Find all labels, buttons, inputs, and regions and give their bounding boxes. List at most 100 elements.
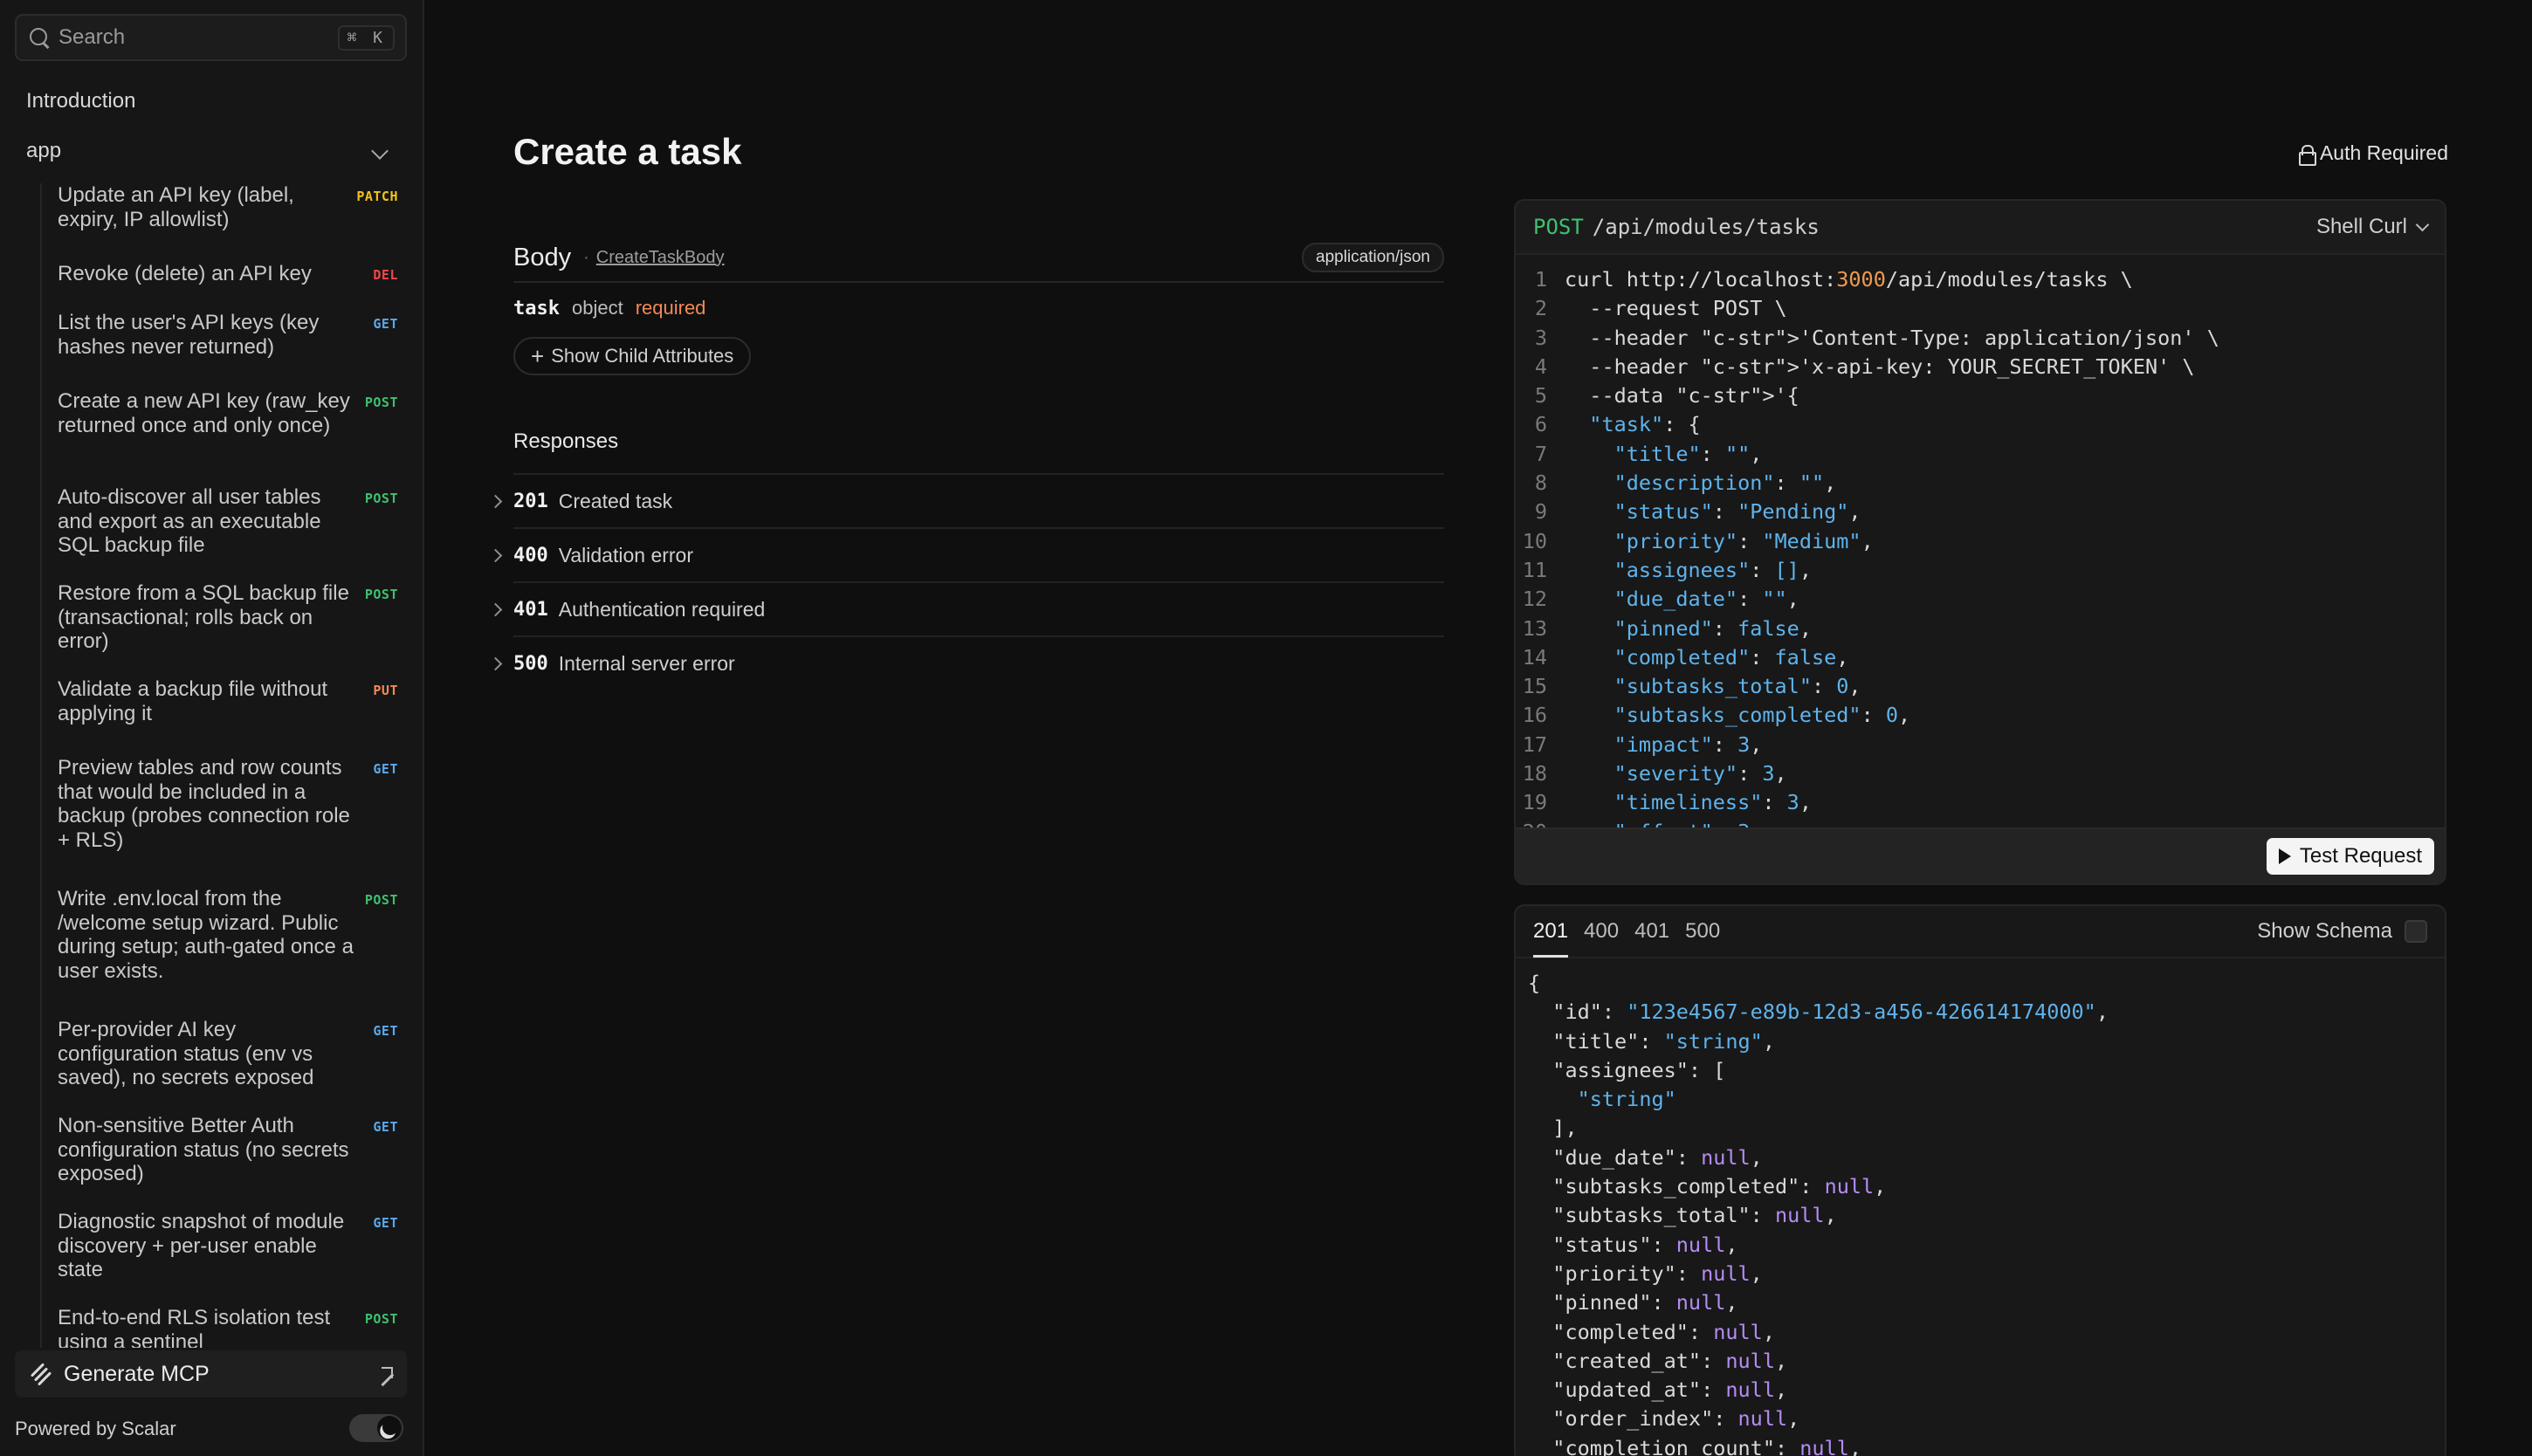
response-code: 500 xyxy=(513,652,548,675)
code-text: "impact": 3, xyxy=(1613,731,1763,757)
show-schema-label: Show Schema xyxy=(2257,919,2392,943)
line-number: 13 xyxy=(1522,615,1547,641)
code-line: 14 "completed": false, xyxy=(1516,643,2445,672)
line-number: 17 xyxy=(1522,731,1547,757)
code-line: 11 "assignees": [], xyxy=(1516,556,2445,585)
code-line: 3 --header "c-str">'Content-Type: applic… xyxy=(1516,324,2445,353)
code-line: 7 "title": "", xyxy=(1516,440,2445,469)
line-number: 10 xyxy=(1522,528,1547,553)
line-number: 8 xyxy=(1534,470,1547,496)
method-badge: GET xyxy=(373,316,398,332)
sidebar-endpoint-item[interactable]: Validate a backup file without applying … xyxy=(58,677,398,725)
response-row[interactable]: 201 Created task xyxy=(488,473,1444,527)
chevron-right-icon xyxy=(488,656,503,670)
json-line: "completion_count": null, xyxy=(1528,1435,1862,1456)
request-method: POST xyxy=(1533,215,1584,239)
language-select[interactable]: Shell Curl xyxy=(2315,215,2430,239)
json-line: "updated_at": null, xyxy=(1528,1377,1788,1403)
auth-required-indicator[interactable]: Auth Required xyxy=(2298,141,2448,166)
sidebar-endpoint-item[interactable]: Per-provider AI key configuration status… xyxy=(58,1018,398,1090)
code-text: "subtasks_total": 0, xyxy=(1613,674,1861,699)
content-type-badge[interactable]: application/json xyxy=(1302,243,1444,272)
show-child-attributes-label: Show Child Attributes xyxy=(551,345,734,367)
sidebar-endpoint-label: Create a new API key (raw_key returned o… xyxy=(58,389,350,437)
code-text: "task": { xyxy=(1589,412,1701,437)
sidebar-endpoint-item[interactable]: Restore from a SQL backup file (transact… xyxy=(58,581,398,654)
response-json-block[interactable]: { "id": "123e4567-e89b-12d3-a456-4266141… xyxy=(1528,969,2109,1456)
code-line: 5 --data "c-str">'{ xyxy=(1516,381,2445,410)
mcp-icon xyxy=(27,1362,52,1386)
show-schema-toggle[interactable]: Show Schema xyxy=(2257,919,2427,944)
body-schema-link[interactable]: CreateTaskBody xyxy=(596,248,1302,268)
field-type: object xyxy=(571,297,623,319)
show-schema-checkbox[interactable] xyxy=(2405,920,2427,943)
code-line: 2 --request POST \ xyxy=(1516,294,2445,323)
code-text: --data "c-str">'{ xyxy=(1565,383,1799,409)
line-number: 19 xyxy=(1522,790,1547,815)
search-input[interactable]: Search ⌘ K xyxy=(15,14,407,61)
line-number: 7 xyxy=(1534,441,1547,466)
generate-mcp-button[interactable]: Generate MCP xyxy=(15,1350,407,1398)
auth-required-label: Auth Required xyxy=(2319,141,2448,164)
sidebar-endpoint-item[interactable]: Write .env.local from the /welcome setup… xyxy=(58,887,398,983)
response-code: 401 xyxy=(513,598,548,621)
search-shortcut: ⌘ K xyxy=(338,24,395,51)
show-child-attributes-button[interactable]: + Show Child Attributes xyxy=(513,337,752,375)
code-line: 17 "impact": 3, xyxy=(1516,731,2445,759)
test-request-button[interactable]: Test Request xyxy=(2266,838,2434,875)
body-title: Body xyxy=(513,243,572,271)
generate-mcp-label: Generate MCP xyxy=(64,1361,210,1386)
sidebar-endpoint-item[interactable]: Diagnostic snapshot of module discovery … xyxy=(58,1210,398,1282)
sidebar-endpoint-item[interactable]: Revoke (delete) an API key DEL xyxy=(58,262,398,286)
code-text: "completed": false, xyxy=(1613,644,1849,670)
code-line: 4 --header "c-str">'x-api-key: YOUR_SECR… xyxy=(1516,353,2445,381)
line-number: 1 xyxy=(1534,267,1547,292)
chevron-right-icon xyxy=(488,494,503,508)
line-number: 11 xyxy=(1522,557,1547,582)
line-number: 3 xyxy=(1534,325,1547,350)
test-request-label: Test Request xyxy=(2299,844,2422,868)
code-text: "priority": "Medium", xyxy=(1613,528,1874,553)
code-text: "title": "", xyxy=(1613,441,1763,466)
code-text: "due_date": "", xyxy=(1613,587,1799,612)
tab-201[interactable]: 201 xyxy=(1533,906,1569,958)
response-row[interactable]: 400 Validation error xyxy=(488,527,1444,581)
tab-401[interactable]: 401 xyxy=(1634,906,1669,958)
language-select-label: Shell Curl xyxy=(2315,215,2407,238)
sidebar-endpoint-item[interactable]: Create a new API key (raw_key returned o… xyxy=(58,389,398,437)
external-link-icon xyxy=(377,1365,395,1383)
request-code-block[interactable]: 1 curl http://localhost:3000/api/modules/… xyxy=(1516,265,2445,831)
json-line: "status": null, xyxy=(1528,1232,1738,1257)
sidebar-endpoint-item[interactable]: Non-sensitive Better Auth configuration … xyxy=(58,1114,398,1186)
chevron-right-icon xyxy=(488,548,503,562)
response-row[interactable]: 401 Authentication required xyxy=(488,581,1444,635)
sidebar-endpoint-item[interactable]: End-to-end RLS isolation test using a se… xyxy=(58,1306,398,1348)
sidebar-endpoint-label: Diagnostic snapshot of module discovery … xyxy=(58,1210,345,1281)
code-text: "pinned": false, xyxy=(1613,615,1812,641)
plus-icon: + xyxy=(531,342,545,369)
play-icon xyxy=(2278,848,2291,864)
sidebar-endpoint-item[interactable]: Update an API key (label, expiry, IP all… xyxy=(58,183,398,231)
chevron-down-icon[interactable] xyxy=(371,142,389,160)
sidebar-endpoint-item[interactable]: Preview tables and row counts that would… xyxy=(58,756,398,852)
sidebar-endpoint-item[interactable]: Auto-discover all user tables and export… xyxy=(58,485,398,558)
response-row[interactable]: 500 Internal server error xyxy=(488,635,1444,690)
sidebar-group-app[interactable]: app xyxy=(26,139,61,163)
sidebar-endpoint-label: List the user's API keys (key hashes nev… xyxy=(58,311,320,359)
response-description: Created task xyxy=(558,489,673,512)
json-line: ], xyxy=(1528,1116,1578,1141)
json-line: "assignees": [ xyxy=(1528,1057,1726,1082)
powered-by-link[interactable]: Powered by Scalar xyxy=(15,1418,176,1440)
code-text: "timeliness": 3, xyxy=(1613,790,1812,815)
response-code: 201 xyxy=(513,490,548,512)
tab-500[interactable]: 500 xyxy=(1685,906,1720,958)
theme-toggle[interactable] xyxy=(349,1414,403,1442)
sidebar-endpoint-item[interactable]: List the user's API keys (key hashes nev… xyxy=(58,311,398,359)
tab-400[interactable]: 400 xyxy=(1584,906,1619,958)
code-line: 8 "description": "", xyxy=(1516,469,2445,498)
code-text: curl http://localhost:3000/api/modules/t… xyxy=(1565,267,2133,292)
json-line: "order_index": null, xyxy=(1528,1406,1800,1432)
line-number: 18 xyxy=(1522,761,1547,786)
lock-icon xyxy=(2298,144,2316,166)
sidebar-item-introduction[interactable]: Introduction xyxy=(26,89,135,113)
